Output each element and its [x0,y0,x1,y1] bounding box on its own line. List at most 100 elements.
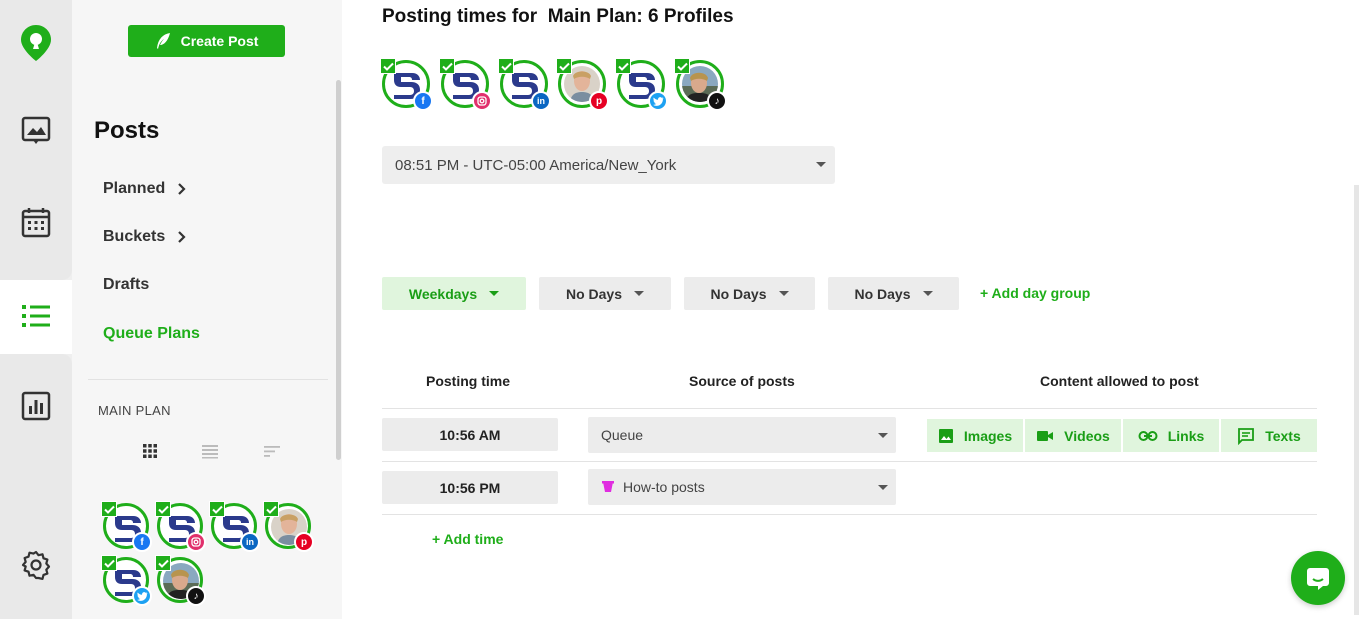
icon-rail [0,0,72,619]
checkmark-icon [101,555,117,571]
tiktok-icon: ♪ [186,586,206,606]
side-scrollbar[interactable] [336,80,341,460]
chevron-down-icon [489,291,500,296]
create-post-label: Create Post [180,33,259,49]
profile-avatar-linkedin[interactable]: in [498,58,551,111]
content-type-label: Videos [1064,427,1110,444]
day-group-label: No Days [710,285,767,302]
checkmark-icon [674,58,690,74]
sidebar-item-drafts[interactable]: Drafts [103,276,149,294]
content-type-label: Images [963,427,1013,444]
checkmark-icon [155,555,171,571]
day-group-2[interactable]: No Days [539,277,671,310]
analytics-icon[interactable] [16,386,56,426]
sidebar-item-planned[interactable]: Planned [103,180,187,198]
pinterest-icon: p [294,532,314,552]
chevron-right-icon [178,231,186,243]
posting-time-field[interactable]: 10:56 PM [382,471,558,504]
compact-view-icon[interactable] [264,443,280,459]
sidebar-item-label: Buckets [103,228,166,245]
content-images-toggle[interactable]: Images [927,419,1023,452]
grid-view-icon[interactable] [142,443,158,459]
profile-avatar-twitter[interactable] [615,58,668,111]
timezone-select[interactable]: 08:51 PM - UTC-05:00 America/New_York [382,146,835,184]
source-value: Queue [601,427,644,443]
quill-icon [156,33,170,49]
facebook-icon: f [413,91,433,111]
facebook-icon: f [132,532,152,552]
profile-avatar-facebook[interactable]: f [380,58,433,111]
sidebar-item-buckets[interactable]: Buckets [103,228,187,246]
media-library-icon[interactable] [16,110,56,150]
posting-time-field[interactable]: 10:56 AM [382,418,558,451]
pinterest-icon: p [589,91,609,111]
profile-avatar-tiktok[interactable]: ♪ [674,58,727,111]
chevron-down-icon [922,291,933,296]
content-type-label: Links [1167,427,1205,444]
timezone-value: 08:51 PM - UTC-05:00 America/New_York [395,156,677,174]
profile-avatar-tiktok[interactable]: ♪ [155,555,206,606]
chevron-right-icon [178,183,186,195]
day-group-label: Weekdays [408,285,478,302]
column-header-posting-time: Posting time [426,373,511,389]
list-view-icon[interactable] [202,443,218,459]
add-time-link[interactable]: + Add time [432,531,503,547]
profile-avatar-instagram[interactable] [155,501,206,552]
posts-list-icon[interactable] [16,296,56,336]
chat-support-button[interactable] [1291,551,1345,605]
content-type-label: Texts [1265,427,1301,444]
logo-pin-icon[interactable] [16,23,56,63]
profile-avatar-facebook[interactable]: f [101,501,152,552]
day-group-weekdays[interactable]: Weekdays [382,277,526,310]
profile-avatar-pinterest[interactable]: p [556,58,609,111]
chevron-down-icon [816,162,826,167]
twitter-icon [132,586,152,606]
chevron-down-icon [878,433,888,438]
day-group-4[interactable]: No Days [828,277,959,310]
sidebar-item-queue-plans[interactable]: Queue Plans [103,325,200,343]
source-select[interactable]: Queue [588,417,896,453]
day-group-label: No Days [565,285,623,302]
content-allowed-group: Images Videos Links Texts [927,419,1317,452]
table-divider [382,461,1317,462]
sidebar-item-label: Drafts [103,276,150,293]
table-divider [382,408,1317,409]
checkmark-icon [101,501,117,517]
source-select[interactable]: How-to posts [588,469,896,505]
content-links-toggle[interactable]: Links [1123,419,1219,452]
linkedin-icon: in [240,532,260,552]
text-message-icon [1238,427,1255,445]
sidebar-item-label: Planned [103,180,166,197]
main-scrollbar[interactable] [1354,185,1359,615]
profile-avatar-instagram[interactable] [439,58,492,111]
chevron-down-icon [778,291,789,296]
checkmark-icon [380,58,396,74]
column-header-content: Content allowed to post [1040,373,1199,389]
instagram-icon [472,91,492,111]
profile-avatar-pinterest[interactable]: p [263,501,314,552]
content-texts-toggle[interactable]: Texts [1221,419,1317,452]
checkmark-icon [498,58,514,74]
sidebar-divider [88,379,328,380]
add-day-group-link[interactable]: + Add day group [980,285,1090,301]
settings-icon[interactable] [16,545,56,585]
chat-icon [1307,568,1329,590]
checkmark-icon [263,501,279,517]
checkmark-icon [155,501,171,517]
day-group-label: No Days [854,285,911,302]
profile-avatar-twitter[interactable] [101,555,152,606]
profile-avatar-linkedin[interactable]: in [209,501,260,552]
content-videos-toggle[interactable]: Videos [1025,419,1121,452]
tiktok-icon: ♪ [707,91,727,111]
video-icon [1037,430,1054,441]
table-divider [382,514,1317,515]
page-title: Posts [94,117,160,144]
posting-times-title: Posting times for Main Plan: 6 Profiles [382,6,734,27]
chevron-down-icon [878,485,888,490]
plan-label: MAIN PLAN [98,403,171,418]
checkmark-icon [439,58,455,74]
create-post-button[interactable]: Create Post [128,25,285,57]
day-group-3[interactable]: No Days [684,277,815,310]
image-icon [938,428,953,443]
calendar-icon[interactable] [16,202,56,242]
